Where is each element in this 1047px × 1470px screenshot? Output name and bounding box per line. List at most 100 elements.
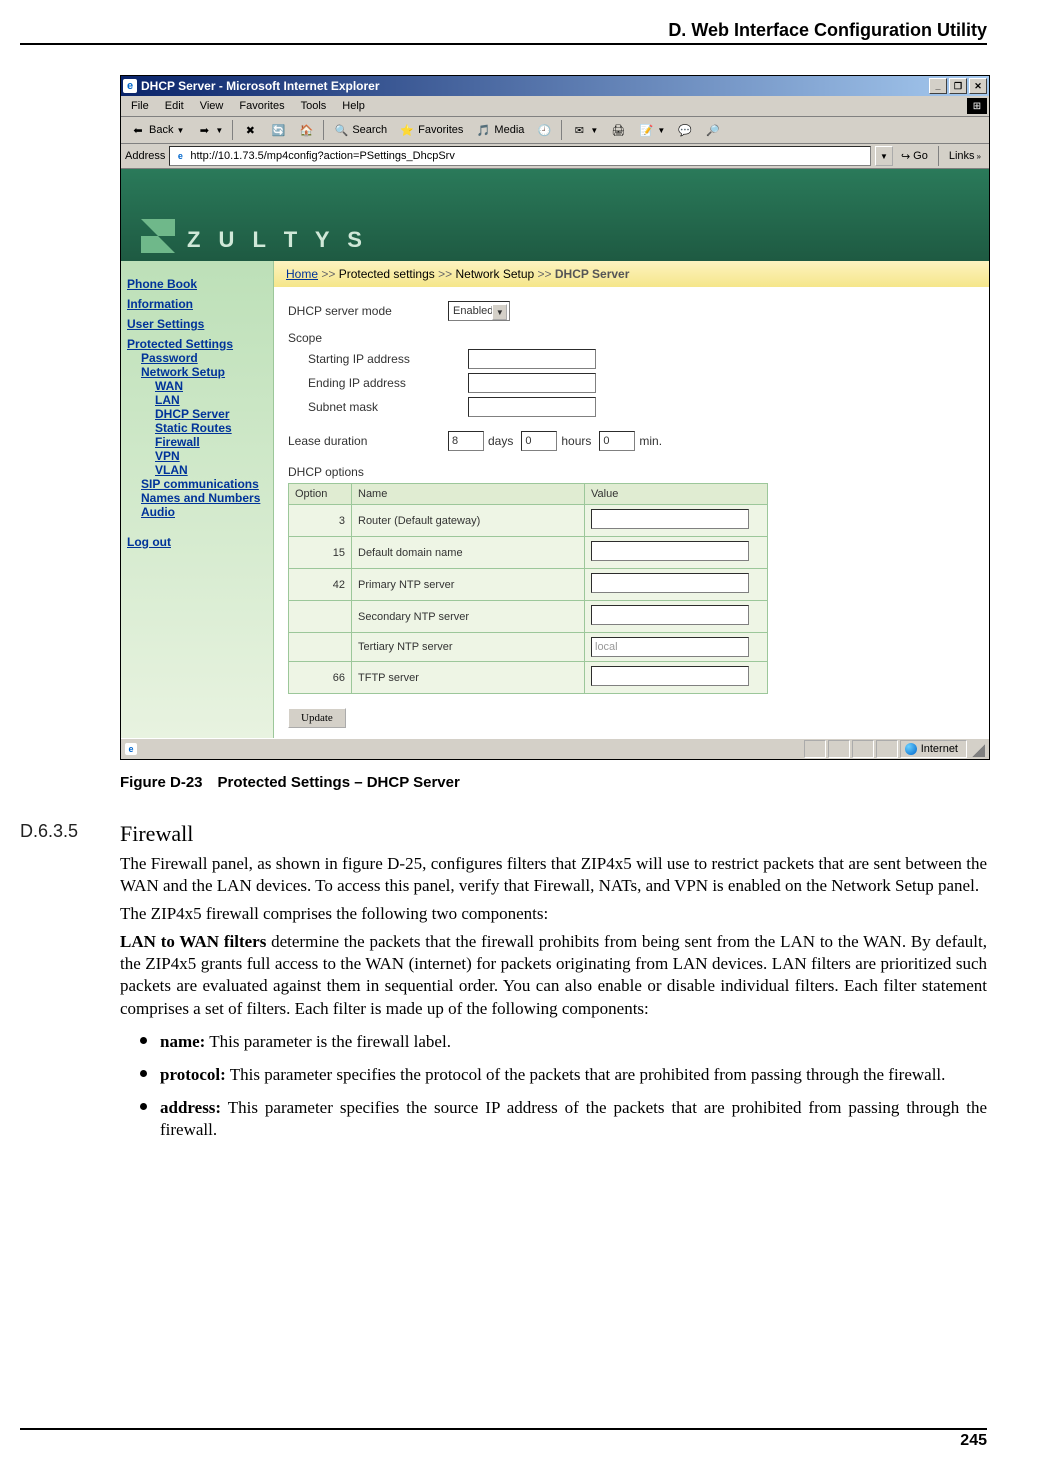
menu-bar: File Edit View Favorites Tools Help ⊞ — [121, 96, 989, 117]
resize-grip[interactable] — [969, 741, 985, 757]
forward-button[interactable]: ➡▼ — [191, 119, 228, 141]
end-ip-input[interactable] — [468, 373, 596, 393]
status-pane — [876, 740, 898, 758]
crumb-network: Network Setup — [455, 267, 534, 281]
links-button[interactable]: Links» — [945, 150, 985, 162]
side-nav: Phone Book Information User Settings Pro… — [121, 261, 274, 738]
nav-vpn[interactable]: VPN — [155, 449, 267, 463]
nav-information[interactable]: Information — [127, 297, 267, 311]
research-button[interactable]: 🔎 — [700, 119, 726, 141]
table-row: Secondary NTP server — [289, 601, 768, 633]
discuss-button[interactable]: 💬 — [672, 119, 698, 141]
nav-protected-settings[interactable]: Protected Settings — [127, 337, 267, 351]
print-button[interactable]: 🖨 — [605, 119, 631, 141]
refresh-button[interactable]: 🔄 — [265, 119, 291, 141]
name-cell: Tertiary NTP server — [352, 633, 585, 662]
list-item: name: This parameter is the firewall lab… — [160, 1026, 987, 1053]
back-icon: ⬅ — [130, 122, 146, 138]
brand-text: Z U L T Y S — [187, 227, 368, 253]
section-title: Firewall — [120, 821, 987, 847]
history-icon: 🕘 — [536, 122, 552, 138]
window-title: DHCP Server - Microsoft Internet Explore… — [141, 79, 380, 93]
back-button[interactable]: ⬅Back▼ — [125, 119, 189, 141]
nav-dhcp[interactable]: DHCP Server — [155, 407, 267, 421]
address-dropdown[interactable]: ▼ — [875, 146, 893, 166]
search-button[interactable]: 🔍Search — [328, 119, 392, 141]
table-row: 3 Router (Default gateway) — [289, 505, 768, 537]
list-item: protocol: This parameter specifies the p… — [160, 1059, 987, 1086]
menu-tools[interactable]: Tools — [293, 98, 335, 114]
media-icon: 🎵 — [475, 122, 491, 138]
nav-sip[interactable]: SIP communications — [141, 477, 267, 491]
opt-cell — [289, 633, 352, 662]
menu-view[interactable]: View — [192, 98, 232, 114]
opts-label: DHCP options — [288, 465, 975, 479]
dhcp-options-table: Option Name Value 3 Router (Default gate… — [288, 483, 768, 694]
go-button[interactable]: ↪Go — [897, 150, 932, 163]
close-button[interactable]: ✕ — [969, 78, 987, 94]
mask-input[interactable] — [468, 397, 596, 417]
forward-icon: ➡ — [196, 122, 212, 138]
menu-help[interactable]: Help — [334, 98, 373, 114]
zultys-logo-icon — [141, 219, 175, 253]
nav-logout[interactable]: Log out — [127, 535, 267, 549]
table-row: 66 TFTP server — [289, 662, 768, 694]
status-zone: Internet — [900, 740, 967, 758]
nav-audio[interactable]: Audio — [141, 505, 267, 519]
refresh-icon: 🔄 — [270, 122, 286, 138]
value-input[interactable] — [591, 605, 749, 625]
minimize-button[interactable]: _ — [929, 78, 947, 94]
value-input[interactable] — [591, 666, 749, 686]
nav-password[interactable]: Password — [141, 351, 267, 365]
go-icon: ↪ — [901, 150, 910, 163]
menu-edit[interactable]: Edit — [157, 98, 192, 114]
brand-banner: Z U L T Y S — [121, 169, 989, 261]
opt-cell — [289, 601, 352, 633]
lease-min-input[interactable]: 0 — [599, 431, 635, 451]
nav-vlan[interactable]: VLAN — [155, 463, 267, 477]
mode-select[interactable]: Enabled — [448, 301, 510, 321]
value-input[interactable] — [591, 541, 749, 561]
opt-cell: 66 — [289, 662, 352, 694]
value-input[interactable]: local — [591, 637, 749, 657]
lease-days-unit: days — [488, 434, 513, 448]
address-input[interactable]: e http://10.1.73.5/mp4config?action=PSet… — [169, 146, 871, 166]
nav-static-routes[interactable]: Static Routes — [155, 421, 267, 435]
lease-min-unit: min. — [639, 434, 662, 448]
window-titlebar: e DHCP Server - Microsoft Internet Explo… — [121, 76, 989, 96]
list-item: address: This parameter specifies the so… — [160, 1092, 987, 1141]
menu-file[interactable]: File — [123, 98, 157, 114]
nav-wan[interactable]: WAN — [155, 379, 267, 393]
start-ip-input[interactable] — [468, 349, 596, 369]
lease-hours-input[interactable]: 0 — [521, 431, 557, 451]
nav-lan[interactable]: LAN — [155, 393, 267, 407]
media-button[interactable]: 🎵Media — [470, 119, 529, 141]
status-pane — [852, 740, 874, 758]
stop-button[interactable]: ✖ — [237, 119, 263, 141]
lease-days-input[interactable]: 8 — [448, 431, 484, 451]
nav-firewall[interactable]: Firewall — [155, 435, 267, 449]
update-button[interactable]: Update — [288, 708, 346, 728]
nav-phone-book[interactable]: Phone Book — [127, 277, 267, 291]
nav-names[interactable]: Names and Numbers — [141, 491, 267, 505]
edit-button[interactable]: 📝▼ — [633, 119, 670, 141]
name-cell: Router (Default gateway) — [352, 505, 585, 537]
ie-icon: e — [123, 79, 137, 93]
menu-favorites[interactable]: Favorites — [231, 98, 292, 114]
favorites-button[interactable]: ⭐Favorites — [394, 119, 468, 141]
crumb-protected: Protected settings — [339, 267, 435, 281]
history-button[interactable]: 🕘 — [531, 119, 557, 141]
value-input[interactable] — [591, 573, 749, 593]
nav-network-setup[interactable]: Network Setup — [141, 365, 267, 379]
dhcp-form: DHCP server mode Enabled Scope Starting … — [274, 287, 989, 738]
mail-button[interactable]: ✉▼ — [566, 119, 603, 141]
page-header: D. Web Interface Configuration Utility — [20, 20, 987, 45]
end-ip-label: Ending IP address — [308, 376, 468, 390]
figure-caption: Figure D-23 Protected Settings – DHCP Se… — [120, 774, 990, 791]
status-pane — [804, 740, 826, 758]
nav-user-settings[interactable]: User Settings — [127, 317, 267, 331]
home-button[interactable]: 🏠 — [293, 119, 319, 141]
value-input[interactable] — [591, 509, 749, 529]
maximize-button[interactable]: ❐ — [949, 78, 967, 94]
crumb-home[interactable]: Home — [286, 267, 318, 281]
